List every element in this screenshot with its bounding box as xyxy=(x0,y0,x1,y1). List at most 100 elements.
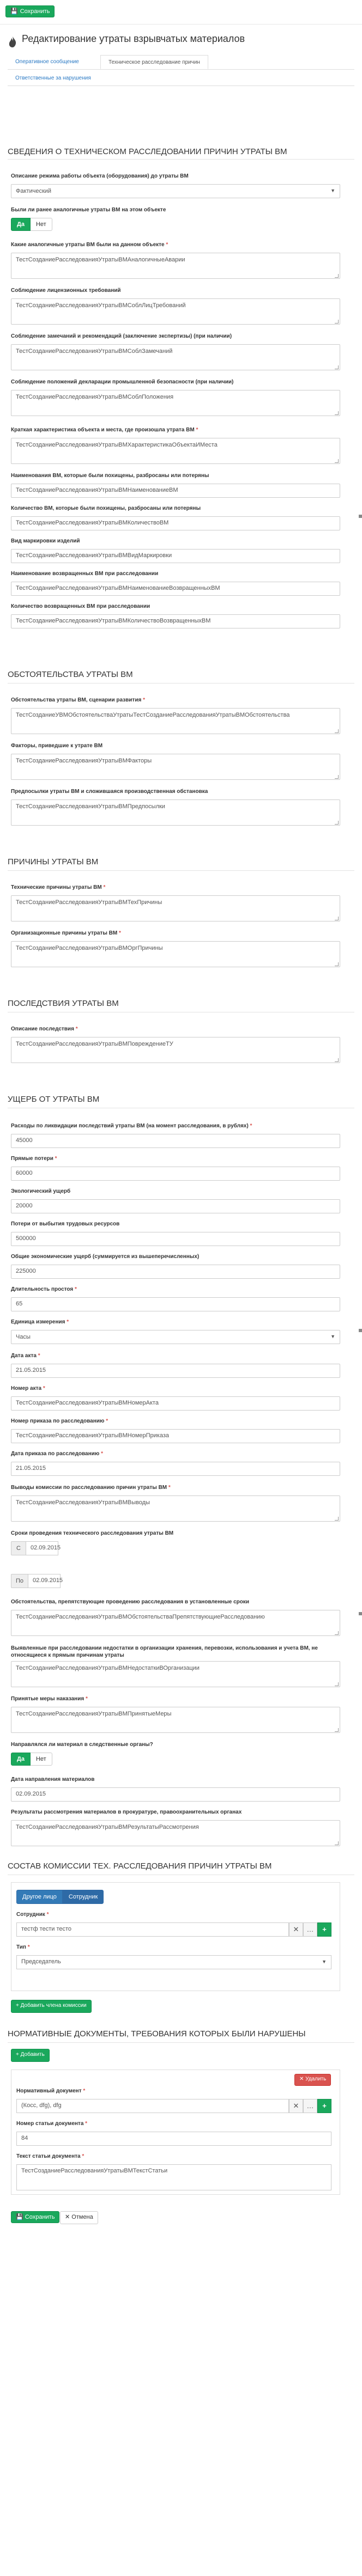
article-text-textarea[interactable]: ТестСозданиеРасследованияУтратыВМТекстСт… xyxy=(16,2164,331,2190)
cancel-button[interactable]: ✕ Отмена xyxy=(60,2211,98,2224)
factors-textarea[interactable]: ТестСозданиеРасследованияУтратыВМФакторы xyxy=(11,754,340,780)
direct-losses-label: Прямые потери * xyxy=(11,1156,57,1162)
add-document-button[interactable]: + Добавить xyxy=(11,2049,50,2062)
order-date-label: Дата приказа по расследованию * xyxy=(11,1451,104,1457)
save-icon: 💾 xyxy=(16,2214,25,2220)
unit-label: Единица измерения * xyxy=(11,1319,69,1325)
chevron-down-icon: ▼ xyxy=(330,188,335,193)
direct-losses-input[interactable]: 60000 xyxy=(11,1167,340,1181)
expenses-input[interactable]: 45000 xyxy=(11,1134,340,1148)
plus-icon: + xyxy=(16,2052,21,2058)
brief-textarea[interactable]: ТестСозданиеРасследованияУтратыВМХаракте… xyxy=(11,438,340,464)
act-number-input[interactable]: ТестСозданиеРасследованияУтратыВМНомерАк… xyxy=(11,1396,340,1411)
remarks-textarea[interactable]: ТестСозданиеРасследованияУтратыВМСоблЗам… xyxy=(11,344,340,370)
scrollbar-marker xyxy=(359,1329,362,1332)
deficiencies-textarea[interactable]: ТестСозданиеРасследованияУтратыВМНедоста… xyxy=(11,1661,340,1687)
circ-textarea[interactable]: ТестСозданиеУВМОбстоятельстваУтратыТестС… xyxy=(11,708,340,734)
review-results-textarea[interactable]: ТестСозданиеРасследованияУтратыВМРезульт… xyxy=(11,1820,340,1846)
preconditions-label: Предпосылки утраты ВМ и сложившаяся прои… xyxy=(11,789,208,795)
no-option[interactable]: Нет xyxy=(30,218,52,231)
from-prefix: С xyxy=(11,1541,26,1555)
no-option[interactable]: Нет xyxy=(30,1753,52,1766)
yes-option[interactable]: Да xyxy=(11,1753,31,1766)
tab-operative-report[interactable]: Оперативное сообщение xyxy=(8,55,87,69)
divider xyxy=(8,870,354,871)
act-date-input[interactable]: 21.05.2015 xyxy=(11,1364,340,1378)
section-title-circumstances: ОБСТОЯТЕЛЬСТВА УТРАТЫ ВМ xyxy=(8,670,133,679)
section-title-investigation: СВЕДЕНИЯ О ТЕХНИЧЕСКОМ РАССЛЕДОВАНИИ ПРИ… xyxy=(8,147,287,156)
eco-damage-input[interactable]: 20000 xyxy=(11,1199,340,1213)
declaration-textarea[interactable]: ТестСозданиеРасследованияУтратыВМСоблПол… xyxy=(11,390,340,416)
other-person-option[interactable]: Другое лицо xyxy=(16,1890,63,1904)
to-date-input[interactable]: 02.09.2015 xyxy=(28,1574,63,1588)
names-input[interactable]: ТестСозданиеРасследованияУтратыВМНаимено… xyxy=(11,484,340,498)
save-button-bottom[interactable]: 💾 Сохранить xyxy=(11,2211,60,2223)
labor-losses-input[interactable]: 500000 xyxy=(11,1232,340,1246)
role-type-label: Тип * xyxy=(16,1944,30,1950)
which-losses-textarea[interactable]: ТестСозданиеРасследованияУтратыВМАналоги… xyxy=(11,253,340,279)
org-causes-textarea[interactable]: ТестСозданиеРасследованияУтратыВМОргПрич… xyxy=(11,941,340,967)
member-type-segmented[interactable]: Другое лицо Сотрудник xyxy=(16,1890,104,1904)
chevron-down-icon: ▼ xyxy=(322,1959,327,1964)
measures-label: Принятые меры наказания * xyxy=(11,1696,88,1702)
qty-label: Количество ВМ, которые были похищены, ра… xyxy=(11,505,201,511)
marking-input[interactable]: ТестСозданиеРасследованияУтратыВМВидМарк… xyxy=(11,549,340,563)
section-title-consequences: ПОСЛЕДСТВИЯ УТРАТЫ ВМ xyxy=(8,999,119,1008)
section-title-normative: НОРМАТИВНЫЕ ДОКУМЕНТЫ, ТРЕБОВАНИЯ КОТОРЫ… xyxy=(8,2029,306,2038)
ellipsis-icon[interactable]: … xyxy=(303,1922,317,1937)
returned-names-input[interactable]: ТестСозданиеРасследованияУтратыВМНаимено… xyxy=(11,582,340,596)
obstacles-textarea[interactable]: ТестСозданиеРасследованияУтратыВМОбстоят… xyxy=(11,1610,340,1636)
plus-icon: + xyxy=(16,2003,21,2009)
order-date-input[interactable]: 21.05.2015 xyxy=(11,1462,340,1476)
save-button-top[interactable]: 💾 Сохранить xyxy=(5,5,55,17)
total-damage-input[interactable]: 225000 xyxy=(11,1265,340,1279)
downtime-label: Длительность простоя * xyxy=(11,1286,77,1292)
sent-date-input[interactable]: 02.09.2015 xyxy=(11,1787,340,1802)
article-number-input[interactable]: 84 xyxy=(16,2132,331,2146)
order-number-input[interactable]: ТестСозданиеРасследованияУтратыВМНомерПр… xyxy=(11,1429,340,1443)
tab-divider xyxy=(8,69,354,70)
downtime-input[interactable]: 65 xyxy=(11,1297,340,1311)
brief-label: Краткая характеристика объекта и места, … xyxy=(11,427,198,433)
role-type-select[interactable]: Председатель ▼ xyxy=(16,1955,331,1969)
ellipsis-icon[interactable]: … xyxy=(303,2099,317,2113)
add-document-inline-button[interactable]: + xyxy=(317,2099,331,2113)
returned-names-label: Наименование возвращенных ВМ при расслед… xyxy=(11,571,159,577)
mode-select[interactable]: Фактический ▼ xyxy=(11,184,340,198)
section-title-causes: ПРИЧИНЫ УТРАТЫ ВМ xyxy=(8,857,99,866)
eco-damage-label: Экологический ущерб xyxy=(11,1188,71,1194)
marking-label: Вид маркировки изделий xyxy=(11,538,80,544)
deficiencies-label: Выявленные при расследовании недостатки … xyxy=(11,1645,318,1658)
license-textarea[interactable]: ТестСозданиеРасследованияУтратыВМСоблЛиц… xyxy=(11,298,340,325)
tech-causes-label: Технические причины утраты ВМ * xyxy=(11,884,106,890)
tab-responsible[interactable]: Ответственные за нарушения xyxy=(8,71,99,86)
returned-qty-input[interactable]: ТестСозданиеРасследованияУтратыВМКоличес… xyxy=(11,614,340,628)
tab-technical-investigation[interactable]: Техническое расследование причин xyxy=(100,55,208,69)
yes-option[interactable]: Да xyxy=(11,218,31,231)
add-employee-button[interactable]: + xyxy=(317,1922,331,1937)
chevron-down-icon: ▼ xyxy=(330,1334,335,1339)
terms-to: По 02.09.2015 xyxy=(11,1574,65,1588)
prev-losses-toggle[interactable]: Да Нет xyxy=(11,218,52,231)
delete-document-button[interactable]: ✕ Удалить xyxy=(294,2074,331,2086)
add-member-button[interactable]: + Добавить члена комиссии xyxy=(11,2000,92,2013)
employee-option[interactable]: Сотрудник xyxy=(62,1890,104,1904)
clear-icon[interactable]: ✕ xyxy=(289,2099,303,2113)
page-title: Редактирование утраты взрывчатых материа… xyxy=(22,33,245,44)
conclusions-textarea[interactable]: ТестСозданиеРасследованияУтратыВМВыводы xyxy=(11,1495,340,1522)
conclusions-label: Выводы комиссии по расследованию причин … xyxy=(11,1485,171,1491)
scrollbar-marker xyxy=(359,1612,362,1615)
consequences-textarea[interactable]: ТестСозданиеРасследованияУтратыВМПоврежд… xyxy=(11,1037,340,1063)
save-icon: 💾 xyxy=(10,8,18,15)
clear-icon[interactable]: ✕ xyxy=(289,1922,303,1937)
document-select[interactable]: (Косс, dfg), dfg xyxy=(16,2099,289,2113)
preconditions-textarea[interactable]: ТестСозданиеРасследованияУтратыВМПредпос… xyxy=(11,799,340,826)
measures-textarea[interactable]: ТестСозданиеРасследованияУтратыВМПриняты… xyxy=(11,1707,340,1733)
save-label: Сохранить xyxy=(20,8,50,15)
tech-causes-textarea[interactable]: ТестСозданиеРасследованияУтратыВМТехПрич… xyxy=(11,895,340,921)
employee-select[interactable]: тестф тести тесто xyxy=(16,1922,289,1937)
unit-select[interactable]: Часы ▼ xyxy=(11,1330,340,1344)
from-date-input[interactable]: 02.09.2015 xyxy=(26,1541,61,1555)
sent-to-authorities-toggle[interactable]: Да Нет xyxy=(11,1753,52,1766)
qty-input[interactable]: ТестСозданиеРасследованияУтратыВМКоличес… xyxy=(11,516,340,530)
